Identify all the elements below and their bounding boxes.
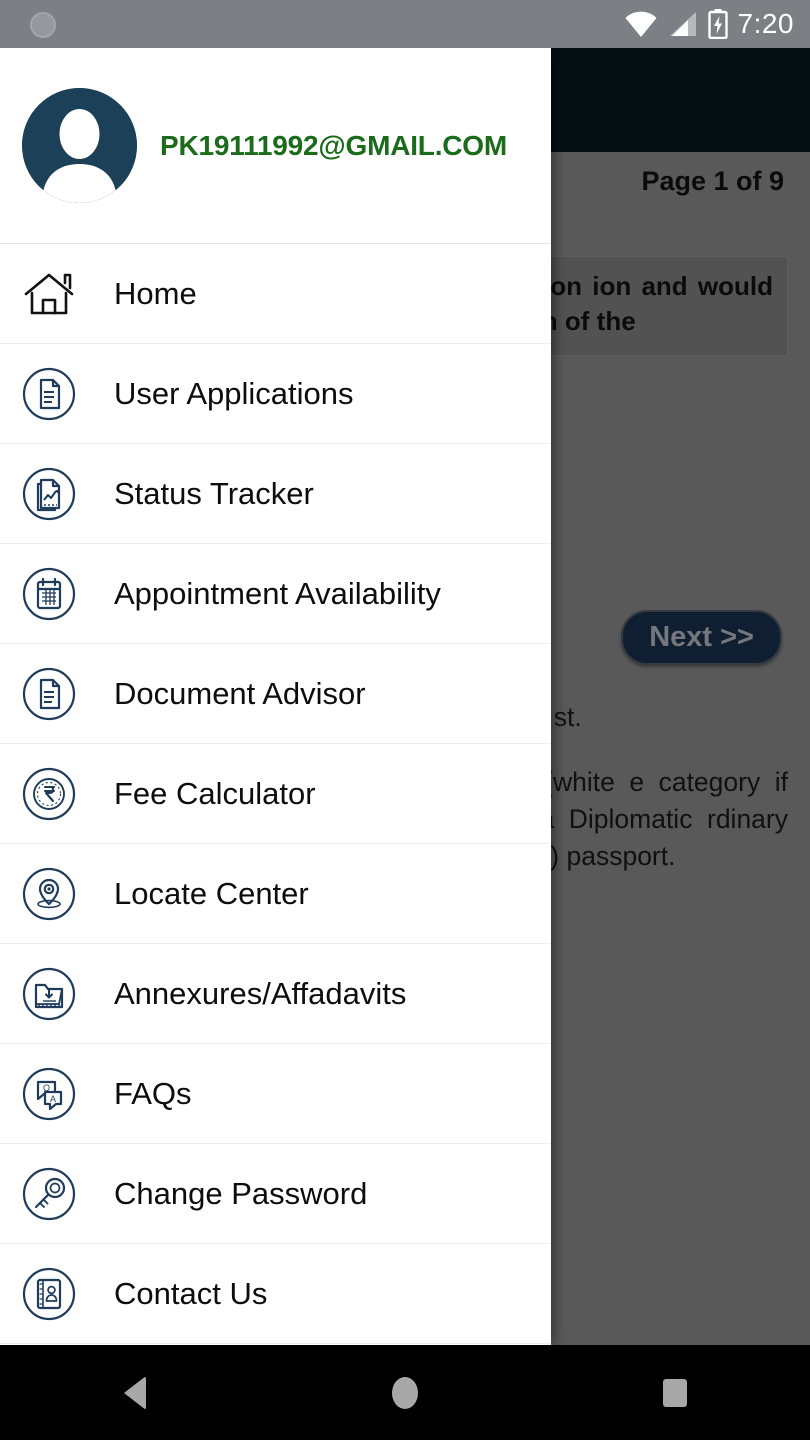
recents-square-icon xyxy=(663,1378,687,1407)
menu-label: Locate Center xyxy=(114,875,309,911)
home-circle-icon xyxy=(392,1376,418,1409)
contact-book-icon xyxy=(20,1265,78,1323)
menu-item-document-advisor[interactable]: Document Advisor xyxy=(0,644,551,744)
menu-item-appointment-availability[interactable]: Appointment Availability xyxy=(0,544,551,644)
rupee-coin-icon xyxy=(20,765,78,823)
battery-charging-icon xyxy=(707,9,728,39)
back-triangle-icon xyxy=(124,1375,146,1410)
key-icon xyxy=(20,1165,78,1223)
document-icon xyxy=(20,665,78,723)
status-bar-clock: 7:20 xyxy=(737,8,794,39)
nav-recents-button[interactable] xyxy=(615,1345,735,1440)
menu-label: Annexures/Affadavits xyxy=(114,975,407,1011)
menu-label: FAQs xyxy=(114,1075,192,1111)
calendar-icon xyxy=(20,565,78,623)
folder-download-icon xyxy=(20,965,78,1023)
menu-item-faqs[interactable]: Q A FAQs xyxy=(0,1044,551,1144)
notification-circle-icon xyxy=(30,12,56,38)
status-bar-left xyxy=(30,12,56,38)
menu-label: Home xyxy=(114,275,197,311)
user-avatar-icon xyxy=(22,88,137,203)
user-email: PK19111992@GMAIL.COM xyxy=(160,129,507,161)
svg-text:Q: Q xyxy=(43,1083,50,1093)
menu-item-locate-center[interactable]: Locate Center xyxy=(0,844,551,944)
wifi-icon xyxy=(624,10,658,38)
menu-item-status-tracker[interactable]: Status Tracker xyxy=(0,444,551,544)
nav-home-button[interactable] xyxy=(345,1345,465,1440)
status-bar-right: 7:20 xyxy=(624,0,795,48)
navigation-drawer: PK19111992@GMAIL.COM Home User Applicati… xyxy=(0,48,551,1345)
menu-label: Appointment Availability xyxy=(114,575,441,611)
menu-label: User Applications xyxy=(114,375,354,411)
map-pin-icon xyxy=(20,865,78,923)
home-icon xyxy=(20,265,78,323)
svg-text:A: A xyxy=(50,1094,56,1104)
chart-document-icon xyxy=(20,465,78,523)
document-icon xyxy=(20,365,78,423)
drawer-menu: Home User Applications Status Tracker Ap… xyxy=(0,244,551,1344)
cellular-signal-icon xyxy=(668,10,698,38)
menu-item-change-password[interactable]: Change Password xyxy=(0,1144,551,1244)
menu-item-home[interactable]: Home xyxy=(0,244,551,344)
drawer-header: PK19111992@GMAIL.COM xyxy=(0,48,551,244)
menu-label: Document Advisor xyxy=(114,675,366,711)
phone-screen: rt Page 1 of 9 erisk (*) are mandatory a… xyxy=(0,0,810,1440)
nav-back-button[interactable] xyxy=(75,1345,195,1440)
menu-item-contact-us[interactable]: Contact Us xyxy=(0,1244,551,1344)
question-answer-icon: Q A xyxy=(20,1065,78,1123)
menu-item-user-applications[interactable]: User Applications xyxy=(0,344,551,444)
menu-item-fee-calculator[interactable]: Fee Calculator xyxy=(0,744,551,844)
menu-label: Status Tracker xyxy=(114,475,314,511)
menu-label: Contact Us xyxy=(114,1275,268,1311)
menu-label: Change Password xyxy=(114,1175,368,1211)
menu-item-annexures-affadavits[interactable]: Annexures/Affadavits xyxy=(0,944,551,1044)
status-bar: 7:20 xyxy=(0,0,810,48)
menu-label: Fee Calculator xyxy=(114,775,316,811)
system-nav-bar xyxy=(0,1345,810,1440)
